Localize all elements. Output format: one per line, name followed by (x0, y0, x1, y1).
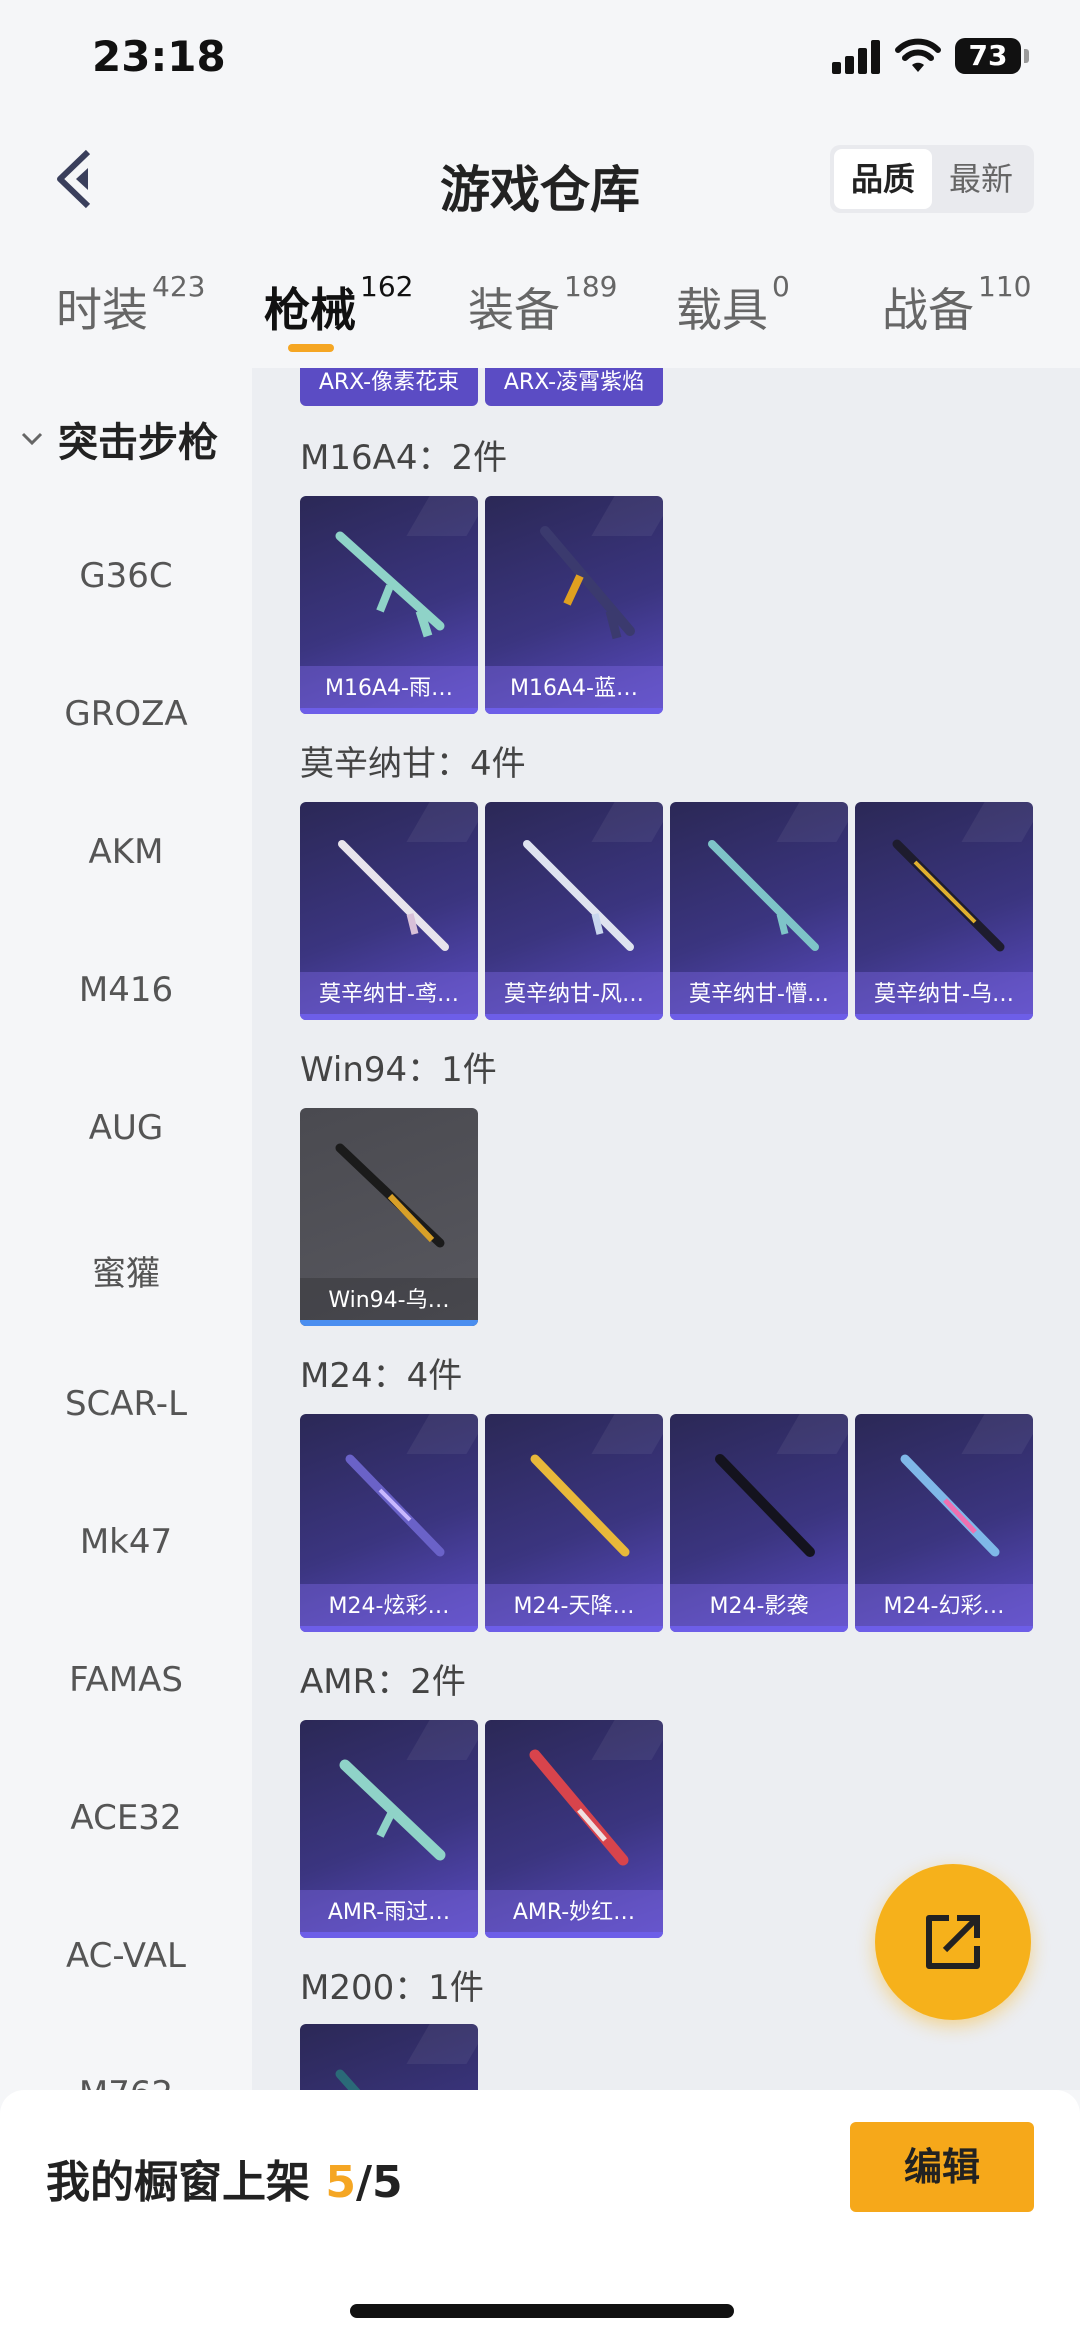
active-tab-indicator (288, 344, 334, 352)
sidebar-item-ace32[interactable]: ACE32 (0, 1798, 252, 1838)
section-title: M24：4件 (300, 1356, 463, 1396)
section-title: Win94：1件 (300, 1050, 497, 1090)
rifle-icon (338, 840, 449, 951)
tab-supplies[interactable]: 战备 110 (882, 270, 1031, 340)
skin-card[interactable]: Win94-乌… (300, 1108, 478, 1326)
skin-card[interactable]: 莫辛纳甘-风… (485, 802, 663, 1020)
sort-quality-button[interactable]: 品质 (834, 149, 932, 209)
category-tabs: 时装 423 枪械 162 装备 189 载具 0 战备 110 (0, 240, 1080, 368)
sort-toggle[interactable]: 品质 最新 (830, 145, 1034, 213)
rifle-icon (335, 531, 445, 638)
share-icon (926, 1915, 980, 1969)
skin-card[interactable]: M16A4-雨… (300, 496, 478, 714)
section-title: M16A4：2件 (300, 438, 508, 478)
rifle-icon (345, 1454, 445, 1557)
sidebar-item-m416[interactable]: M416 (0, 970, 252, 1010)
skin-card[interactable]: M24-影袭 (670, 1414, 848, 1632)
tab-equipment[interactable]: 装备 189 (468, 270, 617, 340)
rifle-icon (523, 840, 634, 951)
section-title: M200：1件 (300, 1968, 484, 2008)
sidebar-item-ac-val[interactable]: AC-VAL (0, 1936, 252, 1976)
rifle-icon (335, 2069, 361, 2090)
wifi-icon (895, 38, 941, 72)
sidebar-item-groza[interactable]: GROZA (0, 694, 252, 734)
sidebar-item-mk47[interactable]: Mk47 (0, 1522, 252, 1562)
edit-button[interactable]: 编辑 (850, 2122, 1034, 2212)
sidebar-item-aug[interactable]: AUG (0, 1108, 252, 1148)
header: 游戏仓库 品质 最新 (0, 120, 1080, 240)
home-indicator (350, 2304, 734, 2318)
sort-newest-button[interactable]: 最新 (932, 149, 1030, 209)
skin-card[interactable]: AMR-妙红… (485, 1720, 663, 1938)
tab-fashion[interactable]: 时装 423 (56, 270, 205, 340)
rifle-icon (708, 840, 819, 951)
sidebar-item-akm[interactable]: AKM (0, 832, 252, 872)
weapon-grid: ARX-像素花束 ARX-凌霄紫焰 M16A4：2件 M16A4-雨… M16A… (252, 368, 1080, 2090)
rifle-icon (540, 526, 635, 640)
skin-card[interactable]: 莫辛纳甘-乌… (855, 802, 1033, 1020)
sidebar-item-g36c[interactable]: G36C (0, 556, 252, 596)
skin-card[interactable]: 莫辛纳甘-鸢… (300, 802, 478, 1020)
showcase-status: 我的橱窗上架 5/5 (46, 2157, 403, 2208)
skin-card[interactable]: M16A4-蓝… (485, 496, 663, 714)
section-title: AMR：2件 (300, 1662, 466, 1702)
chevron-down-icon (21, 432, 43, 446)
status-time: 23:18 (92, 32, 226, 81)
sidebar-item-scar-l[interactable]: SCAR-L (0, 1384, 252, 1424)
signal-icon (832, 40, 880, 74)
sidebar-item-famas[interactable]: FAMAS (0, 1660, 252, 1700)
tab-guns[interactable]: 枪械 162 (264, 270, 413, 340)
section-title: 莫辛纳甘：4件 (300, 744, 526, 784)
skin-card[interactable]: M24-炫彩… (300, 1414, 478, 1632)
bottom-bar: 我的橱窗上架 5/5 编辑 (0, 2090, 1080, 2339)
skin-card[interactable]: ARX-像素花束 (300, 368, 478, 406)
rifle-icon (715, 1454, 815, 1557)
skin-card[interactable]: AMR-雨过… (300, 1720, 478, 1938)
weapon-type-sidebar: 突击步枪 G36C GROZA AKM M416 AUG 蜜獾 SCAR-L M… (0, 368, 252, 2090)
skin-card[interactable]: ARX-凌霄紫焰 (485, 368, 663, 406)
sidebar-item-m762[interactable]: M762 (0, 2074, 252, 2090)
rifle-icon (892, 839, 1005, 952)
sidebar-item-honey-badger[interactable]: 蜜獾 (0, 1246, 252, 1295)
battery-icon: 73 (955, 38, 1029, 74)
skin-card[interactable]: M24-天降… (485, 1414, 663, 1632)
tab-vehicles[interactable]: 载具 0 (676, 270, 790, 340)
skin-card[interactable] (300, 2024, 478, 2090)
rifle-icon (339, 1759, 446, 1861)
rifle-icon (900, 1454, 1000, 1557)
rifle-icon (529, 1749, 629, 1866)
share-button[interactable] (875, 1864, 1031, 2020)
sidebar-category[interactable]: 突击步枪 (20, 410, 218, 468)
skin-card[interactable]: 莫辛纳甘-懵… (670, 802, 848, 1020)
rifle-icon (335, 1143, 445, 1248)
skin-card[interactable]: M24-幻彩… (855, 1414, 1033, 1632)
status-bar: 23:18 73 (0, 0, 1080, 120)
rifle-icon (530, 1454, 630, 1557)
